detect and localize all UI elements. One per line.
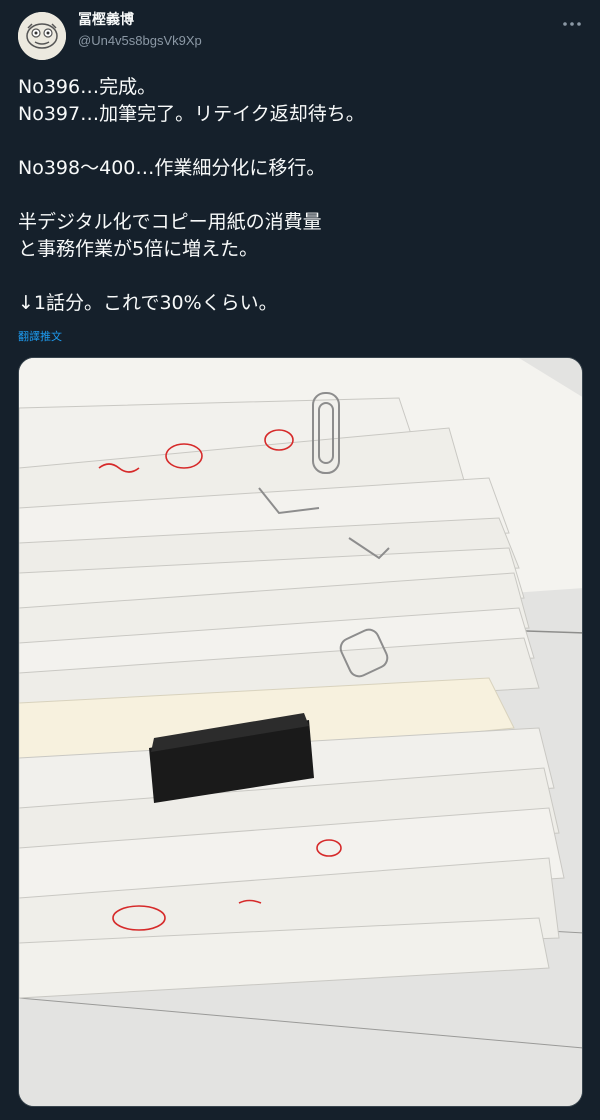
tweet-line: ↓1話分。これで30%くらい。 xyxy=(18,292,278,314)
translate-tweet-link[interactable]: 翻譯推文 xyxy=(18,328,62,344)
tweet-line: と事務作業が5倍に増えた。 xyxy=(18,238,259,260)
tweet-line: 半デジタル化でコピー用紙の消費量 xyxy=(18,211,322,233)
tweet-header: 冨樫義博 @Un4v5s8bgsVk9Xp xyxy=(18,8,586,64)
ellipsis-icon[interactable] xyxy=(560,16,584,36)
tweet-media-photo[interactable] xyxy=(18,357,583,1107)
tweet-line: No397…加筆完了。リテイク返却待ち。 xyxy=(18,103,365,125)
user-handle[interactable]: @Un4v5s8bgsVk9Xp xyxy=(78,32,202,50)
paper-stack-photo xyxy=(19,358,582,1106)
user-info[interactable]: 冨樫義博 @Un4v5s8bgsVk9Xp xyxy=(78,11,202,50)
tweet-line: No398〜400…作業細分化に移行。 xyxy=(18,157,326,179)
tweet-line: No396…完成。 xyxy=(18,76,157,98)
display-name[interactable]: 冨樫義博 xyxy=(78,11,202,29)
avatar[interactable] xyxy=(18,12,66,60)
tweet-text: No396…完成。 No397…加筆完了。リテイク返却待ち。 No398〜400… xyxy=(18,74,578,317)
